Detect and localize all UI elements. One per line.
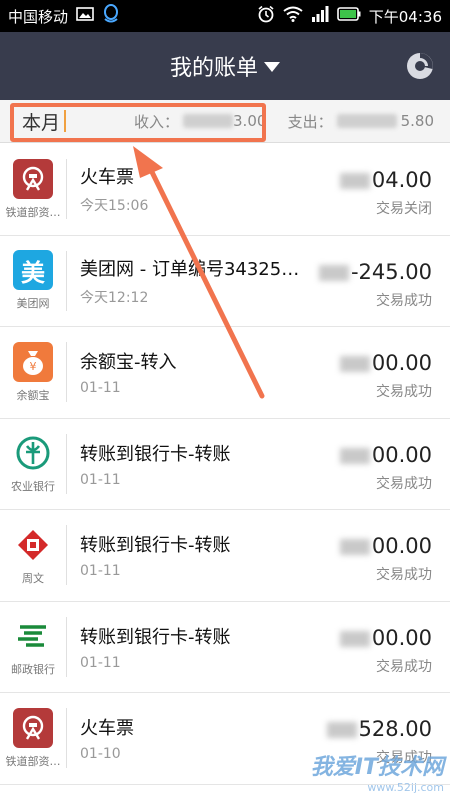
- chart-button[interactable]: [404, 50, 436, 82]
- amount-column: 04.00 交易关闭: [339, 168, 432, 218]
- merchant-logo-column: 周文: [0, 525, 66, 586]
- row-divider: [66, 616, 67, 677]
- transaction-row[interactable]: 美 美团网 美团网 - 订单编号34325… 今天12:12 -245.00 交…: [0, 236, 450, 327]
- transaction-status: 交易关闭: [376, 201, 432, 217]
- pie-chart-icon: [407, 53, 433, 79]
- amount-value: 00.00: [371, 351, 432, 375]
- battery-icon: [336, 7, 361, 25]
- transaction-amount: 00.00: [339, 351, 432, 375]
- chevron-down-icon: [264, 62, 280, 72]
- blurred-amount: [318, 264, 349, 281]
- amount-column: 00.00 交易成功: [339, 534, 432, 584]
- watermark-url: www.52ij.com: [367, 781, 444, 794]
- merchant-logo-column: 铁道部资…: [0, 707, 66, 769]
- merchant-label: 邮政银行: [11, 663, 55, 677]
- transaction-amount: 00.00: [339, 442, 432, 467]
- carrier-label: 中国移动: [8, 7, 69, 26]
- expense-group: 支出： 5.80: [288, 111, 434, 132]
- blurred-amount: [339, 447, 370, 464]
- page-title: 我的账单: [169, 56, 258, 81]
- amount-value: 528.00: [358, 717, 432, 741]
- amount-column: 00.00 交易成功: [339, 625, 432, 676]
- railway-icon: [13, 158, 53, 199]
- blurred-amount: [339, 356, 370, 372]
- row-divider: [66, 159, 67, 220]
- row-divider: [66, 342, 67, 403]
- watermark-text: 我爱IT技术网: [310, 755, 444, 780]
- row-divider: [66, 433, 67, 494]
- bill-title-dropdown[interactable]: 我的账单: [170, 50, 280, 82]
- transaction-amount: 04.00: [339, 168, 432, 192]
- transaction-row[interactable]: 铁道部资… 火车票 今天15:06 04.00 交易关闭: [0, 144, 450, 236]
- svg-text:¥: ¥: [30, 360, 37, 373]
- transaction-row[interactable]: 农业银行 转账到银行卡-转账 01-11 00.00 交易成功: [0, 419, 450, 510]
- signal-icon: [311, 6, 329, 26]
- clock-label: 下午04:36: [368, 7, 442, 26]
- annotation-highlight-box: [10, 103, 266, 142]
- row-divider: [66, 250, 67, 311]
- amount-column: -245.00 交易成功: [318, 259, 432, 310]
- amount-value: 00.00: [371, 534, 432, 558]
- blurred-amount: [326, 722, 357, 738]
- transaction-status: 交易成功: [376, 475, 432, 492]
- row-divider: [66, 708, 67, 769]
- app-header: 我的账单: [0, 32, 450, 100]
- merchant-logo-column: 铁道部资…: [0, 158, 66, 220]
- transaction-row[interactable]: 邮政银行 转账到银行卡-转账 01-11 00.00 交易成功: [0, 602, 450, 693]
- transaction-status: 交易成功: [376, 567, 432, 583]
- transaction-list: 铁道部资… 火车票 今天15:06 04.00 交易关闭 美 美团网 美团网 -…: [0, 144, 450, 785]
- abc-bank-icon: [13, 433, 53, 473]
- amount-column: 00.00 交易成功: [339, 351, 432, 401]
- transaction-amount: -245.00: [318, 259, 432, 284]
- merchant-label: 余额宝: [16, 388, 50, 402]
- transaction-row[interactable]: ¥ 余额宝 余额宝-转入 01-11 00.00 交易成功: [0, 327, 450, 419]
- cmb-bank-icon: [13, 525, 53, 565]
- transaction-status: 交易成功: [376, 658, 432, 675]
- transaction-row[interactable]: 周文 转账到银行卡-转账 01-11 00.00 交易成功: [0, 510, 450, 602]
- blurred-amount: [339, 630, 370, 647]
- merchant-logo-column: ¥ 余额宝: [0, 341, 66, 403]
- merchant-logo-column: 农业银行: [0, 433, 66, 494]
- amount-column: 00.00 交易成功: [339, 442, 432, 493]
- merchant-label: 周文: [22, 571, 44, 585]
- status-bar: 中国移动 下午04:36: [0, 0, 450, 32]
- amount-value: 00.00: [371, 625, 432, 650]
- amount-value: 04.00: [371, 168, 432, 192]
- alarm-icon: [257, 5, 275, 27]
- amount-value: -245.00: [350, 259, 432, 284]
- transaction-amount: 00.00: [339, 534, 432, 558]
- image-icon: [76, 6, 94, 26]
- amount-value: 00.00: [371, 442, 432, 467]
- row-divider: [66, 525, 67, 586]
- money-bag-icon: ¥: [13, 341, 53, 382]
- meituan-icon: 美: [13, 250, 53, 291]
- qq-icon: [102, 4, 120, 28]
- watermark: 我爱IT技术网 www.52ij.com: [311, 749, 444, 794]
- blurred-expense: [336, 114, 397, 128]
- blurred-amount: [339, 173, 370, 189]
- merchant-label: 农业银行: [11, 480, 55, 494]
- transaction-amount: 00.00: [339, 625, 432, 650]
- merchant-label: 铁道部资…: [5, 754, 61, 768]
- merchant-logo-column: 美 美团网: [0, 250, 66, 311]
- blurred-amount: [339, 539, 370, 555]
- transaction-amount: 528.00: [326, 717, 432, 741]
- transaction-status: 交易成功: [376, 292, 432, 309]
- railway-icon: [13, 707, 53, 748]
- wifi-icon: [283, 6, 303, 26]
- postal-bank-icon: [13, 616, 53, 656]
- transaction-status: 交易成功: [376, 384, 432, 400]
- merchant-label: 美团网: [16, 297, 50, 311]
- expense-value: 5.80: [400, 112, 434, 130]
- merchant-label: 铁道部资…: [5, 205, 61, 219]
- expense-label: 支出：: [287, 112, 333, 131]
- merchant-logo-column: 邮政银行: [0, 616, 66, 677]
